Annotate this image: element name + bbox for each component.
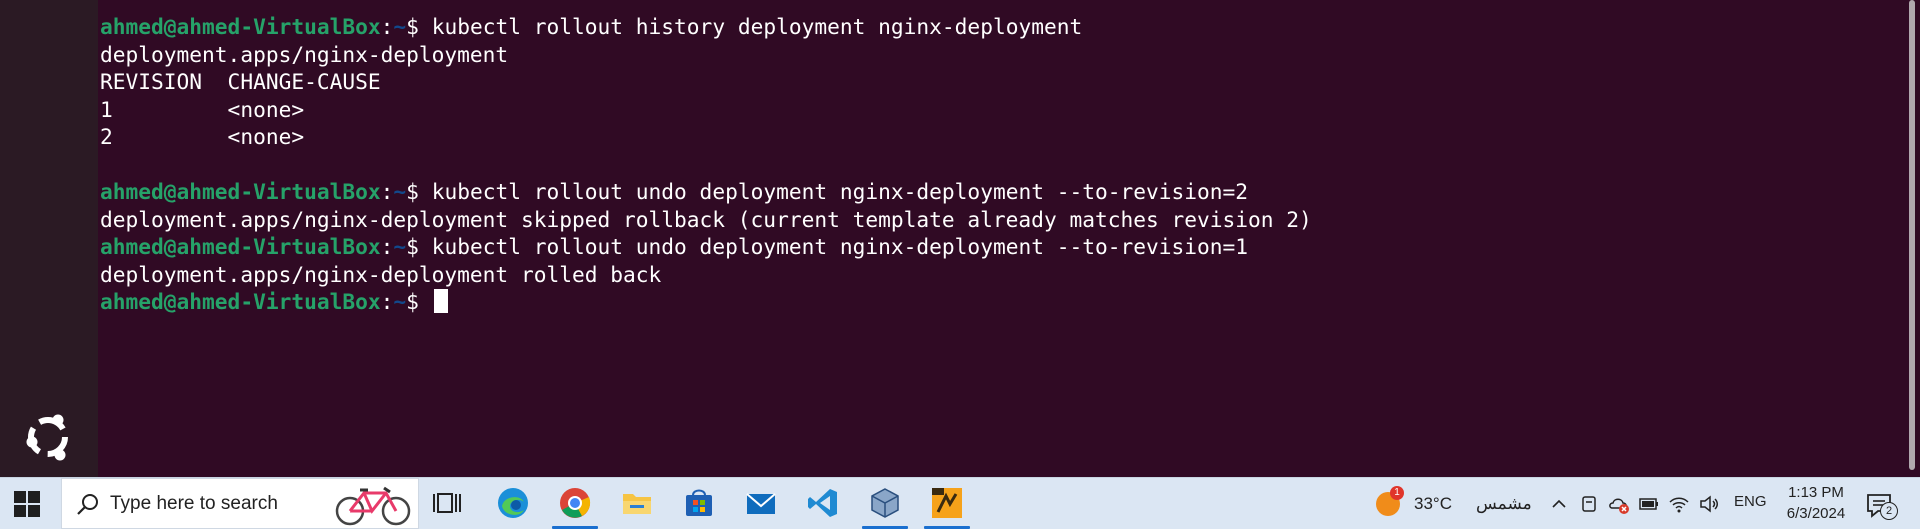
task-view-icon[interactable]: [432, 486, 466, 520]
output-text: deployment.apps/nginx-deployment: [100, 41, 509, 67]
chevron-up-icon[interactable]: [1548, 493, 1570, 515]
file-explorer-icon[interactable]: [620, 486, 654, 520]
vscode-icon[interactable]: [806, 486, 840, 520]
terminal-line: deployment.apps/nginx-deployment skipped…: [100, 206, 1312, 234]
output-text: deployment.apps/nginx-deployment rolled …: [100, 261, 662, 287]
terminal-line: 2 <none>: [100, 123, 1312, 151]
prompt-path: ~: [393, 179, 407, 204]
terminal-line: ahmed@ahmed-VirtualBox:~$ kubectl rollou…: [100, 178, 1312, 206]
prompt-separator: :: [380, 289, 394, 314]
volume-icon[interactable]: [1698, 493, 1720, 515]
terminal-line: deployment.apps/nginx-deployment: [100, 41, 1312, 69]
terminal-scrollbar[interactable]: [1906, 0, 1920, 477]
command-text: kubectl rollout history deployment nginx…: [431, 14, 1083, 39]
command-text: kubectl rollout undo deployment nginx-de…: [431, 179, 1249, 204]
prompt-symbol: $: [406, 179, 432, 204]
terminal-line: ahmed@ahmed-VirtualBox:~$ kubectl rollou…: [100, 233, 1312, 261]
command-text: kubectl rollout undo deployment nginx-de…: [431, 234, 1249, 259]
bicycle-icon: [335, 486, 411, 526]
notification-count-badge: 2: [1880, 502, 1898, 520]
prompt-path: ~: [393, 234, 407, 259]
taskbar-search-box[interactable]: Type here to search: [61, 478, 419, 529]
prompt-separator: :: [380, 179, 394, 204]
mail-icon[interactable]: [744, 486, 778, 520]
terminal-output: ahmed@ahmed-VirtualBox:~$ kubectl rollou…: [100, 13, 1312, 316]
weather-temperature: 33°C: [1414, 494, 1452, 513]
output-text: 1 <none>: [100, 96, 305, 122]
prompt-symbol: $: [406, 234, 432, 259]
terminal-line: ahmed@ahmed-VirtualBox:~$ kubectl rollou…: [100, 13, 1312, 41]
prompt-user: ahmed@ahmed-VirtualBox: [100, 289, 381, 314]
system-clock[interactable]: 1:13 PM 6/3/2024: [1776, 482, 1856, 524]
search-icon: [77, 494, 98, 515]
prompt-symbol: $: [406, 289, 432, 314]
language-indicator[interactable]: ENG: [1734, 493, 1767, 510]
terminal-cursor: [433, 289, 448, 313]
chrome-icon[interactable]: [558, 486, 592, 520]
microsoft-store-icon[interactable]: [682, 486, 716, 520]
terminal-line: ahmed@ahmed-VirtualBox:~$: [100, 288, 1312, 316]
wifi-icon[interactable]: [1668, 493, 1690, 515]
windows-taskbar: Type here to search 1 33°C مشمس ENG 1:13…: [0, 477, 1920, 529]
output-text: REVISION CHANGE-CAUSE: [100, 69, 381, 94]
prompt-user: ahmed@ahmed-VirtualBox: [100, 179, 381, 204]
prompt-path: ~: [393, 14, 407, 39]
terminal-window[interactable]: ahmed@ahmed-VirtualBox:~$ kubectl rollou…: [98, 0, 1906, 477]
virtualbox-icon[interactable]: [868, 486, 902, 520]
windows-start-icon[interactable]: [14, 491, 40, 517]
meet-now-icon[interactable]: [1578, 493, 1600, 515]
prompt-separator: :: [380, 14, 394, 39]
edge-icon[interactable]: [496, 486, 530, 520]
clock-date: 6/3/2024: [1786, 505, 1846, 522]
ubuntu-dock: [0, 0, 98, 477]
terminal-line: REVISION CHANGE-CAUSE: [100, 68, 1312, 96]
clock-time: 1:13 PM: [1788, 484, 1844, 501]
xampp-icon[interactable]: [930, 486, 964, 520]
output-text: 2 <none>: [100, 124, 305, 149]
terminal-line: 1 <none>: [100, 96, 1312, 124]
onedrive-error-icon[interactable]: [1608, 493, 1630, 515]
search-placeholder: Type here to search: [110, 493, 278, 514]
weather-description: مشمس: [1476, 494, 1532, 513]
terminal-line: deployment.apps/nginx-deployment rolled …: [100, 261, 1312, 289]
prompt-user: ahmed@ahmed-VirtualBox: [100, 234, 381, 259]
scrollbar-thumb[interactable]: [1909, 0, 1915, 470]
output-text: deployment.apps/nginx-deployment skipped…: [100, 206, 1312, 232]
prompt-user: ahmed@ahmed-VirtualBox: [100, 14, 381, 39]
prompt-path: ~: [393, 289, 407, 314]
prompt-separator: :: [380, 234, 394, 259]
prompt-symbol: $: [406, 14, 432, 39]
weather-badge: 1: [1390, 486, 1404, 500]
ubuntu-logo-icon[interactable]: [20, 409, 76, 465]
battery-icon[interactable]: [1638, 493, 1660, 515]
